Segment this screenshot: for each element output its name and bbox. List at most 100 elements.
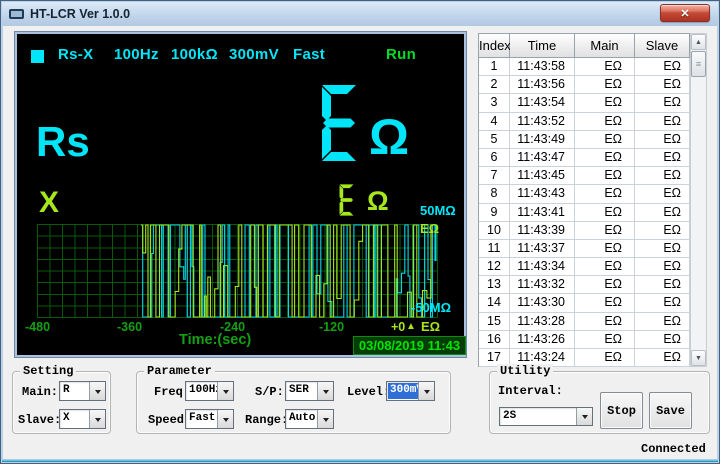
slave-select-combobox[interactable]: X: [59, 409, 106, 429]
table-row[interactable]: 1511:43:28EΩEΩ: [479, 313, 690, 331]
main-select-combobox[interactable]: R: [59, 381, 106, 401]
cell-time: 11:43:26: [510, 331, 575, 349]
dropdown-arrow-icon[interactable]: [217, 382, 233, 400]
dropdown-arrow-icon[interactable]: [217, 410, 233, 428]
cell-time: 11:43:39: [510, 222, 575, 240]
status-level: 300mV: [229, 46, 279, 63]
cell-slave: EΩ: [635, 185, 690, 203]
cell-index: 7: [479, 167, 510, 185]
header-index[interactable]: Index: [479, 34, 510, 58]
table-header-row: Index Time Main Slave: [479, 34, 690, 58]
scroll-up-icon[interactable]: ▲: [691, 34, 706, 50]
table-row[interactable]: 111:43:58EΩEΩ: [479, 58, 690, 76]
range-combobox[interactable]: Auto: [285, 409, 334, 429]
cell-time: 11:43:49: [510, 131, 575, 149]
speed-combobox[interactable]: Fast: [185, 409, 234, 429]
slave-param-label: X: [39, 186, 59, 220]
cell-slave: EΩ: [635, 313, 690, 331]
stop-button[interactable]: Stop: [600, 392, 643, 429]
status-frequency: 100Hz: [114, 46, 159, 63]
cell-main: EΩ: [575, 258, 635, 276]
cell-slave: EΩ: [635, 167, 690, 185]
table-row[interactable]: 1011:43:39EΩEΩ: [479, 222, 690, 240]
window-title: HT-LCR Ver 1.0.0: [30, 7, 130, 21]
cell-index: 12: [479, 258, 510, 276]
cell-time: 11:43:47: [510, 149, 575, 167]
table-row[interactable]: 1411:43:30EΩEΩ: [479, 294, 690, 312]
x-tick-label-now: +0: [391, 320, 405, 334]
close-button[interactable]: ✕: [660, 4, 710, 22]
cell-main: EΩ: [575, 222, 635, 240]
cell-slave: EΩ: [635, 258, 690, 276]
header-main[interactable]: Main: [575, 34, 635, 58]
cell-index: 5: [479, 131, 510, 149]
cell-time: 11:43:32: [510, 276, 575, 294]
dropdown-arrow-icon[interactable]: [418, 382, 434, 400]
time-axis-title: Time:(sec): [179, 332, 251, 348]
table-row[interactable]: 811:43:43EΩEΩ: [479, 185, 690, 203]
cell-time: 11:43:54: [510, 94, 575, 112]
scroll-thumb[interactable]: ≡: [691, 51, 706, 77]
setting-groupbox: Setting Main: R Slave: X: [12, 371, 111, 434]
dropdown-arrow-icon[interactable]: [89, 410, 105, 428]
main-param-label: Rs: [36, 118, 90, 166]
cell-index: 15: [479, 313, 510, 331]
setting-group-title: Setting: [20, 364, 76, 378]
table-row[interactable]: 1611:43:26EΩEΩ: [479, 331, 690, 349]
scroll-down-icon[interactable]: ▼: [691, 350, 706, 366]
table-row[interactable]: 611:43:47EΩEΩ: [479, 149, 690, 167]
cell-time: 11:43:30: [510, 294, 575, 312]
cell-time: 11:43:45: [510, 167, 575, 185]
utility-groupbox: Utility Interval: 2S Stop Save: [489, 371, 710, 434]
main-select-label: Main:: [22, 385, 58, 399]
table-row[interactable]: 211:43:56EΩEΩ: [479, 76, 690, 94]
interval-combobox[interactable]: 2S: [499, 407, 593, 426]
table-row[interactable]: 311:43:54EΩEΩ: [479, 94, 690, 112]
status-speed: Fast: [293, 46, 325, 63]
slave-unit: Ω: [367, 186, 389, 217]
app-icon: [9, 9, 24, 19]
cell-slave: EΩ: [635, 222, 690, 240]
dropdown-arrow-icon[interactable]: [317, 410, 333, 428]
cell-main: EΩ: [575, 331, 635, 349]
header-time[interactable]: Time: [510, 34, 575, 58]
cell-index: 2: [479, 76, 510, 94]
dropdown-arrow-icon[interactable]: [576, 408, 592, 425]
status-trace: Rs-X: [58, 46, 93, 63]
active-trace-indicator: [31, 50, 44, 63]
cell-time: 11:43:56: [510, 76, 575, 94]
cell-slave: EΩ: [635, 331, 690, 349]
results-table-body: 111:43:58EΩEΩ211:43:56EΩEΩ311:43:54EΩEΩ4…: [479, 58, 690, 367]
cell-index: 6: [479, 149, 510, 167]
sp-combobox[interactable]: SER: [285, 381, 334, 401]
cell-index: 3: [479, 94, 510, 112]
datetime-display: 03/08/2019 11:43: [353, 336, 466, 355]
dropdown-arrow-icon[interactable]: [89, 382, 105, 400]
cell-index: 1: [479, 58, 510, 76]
table-row[interactable]: 1211:43:34EΩEΩ: [479, 258, 690, 276]
table-row[interactable]: 1111:43:37EΩEΩ: [479, 240, 690, 258]
cell-main: EΩ: [575, 313, 635, 331]
table-row[interactable]: 911:43:41EΩEΩ: [479, 204, 690, 222]
sp-label: S/P:: [255, 385, 284, 399]
cell-slave: EΩ: [635, 76, 690, 94]
save-button[interactable]: Save: [649, 392, 692, 429]
dropdown-arrow-icon[interactable]: [317, 382, 333, 400]
range-label: Range:: [245, 413, 288, 427]
table-row[interactable]: 511:43:49EΩEΩ: [479, 131, 690, 149]
cell-index: 14: [479, 294, 510, 312]
vertical-scrollbar[interactable]: ▲ ≡ ▼: [690, 33, 707, 367]
connection-status: Connected: [641, 442, 706, 456]
freq-combobox[interactable]: 100Hz: [185, 381, 234, 401]
table-row[interactable]: 1311:43:32EΩEΩ: [479, 276, 690, 294]
table-row[interactable]: 711:43:45EΩEΩ: [479, 167, 690, 185]
table-row[interactable]: 411:43:52EΩEΩ: [479, 113, 690, 131]
header-slave[interactable]: Slave: [635, 34, 690, 58]
cell-time: 11:43:28: [510, 313, 575, 331]
cell-main: EΩ: [575, 240, 635, 258]
level-combobox[interactable]: 300mV: [386, 381, 435, 401]
scale-top-overload: EΩ: [420, 221, 439, 236]
cell-time: 11:43:37: [510, 240, 575, 258]
results-table: Index Time Main Slave 111:43:58EΩEΩ211:4…: [478, 33, 707, 367]
interval-label: Interval:: [498, 384, 563, 398]
